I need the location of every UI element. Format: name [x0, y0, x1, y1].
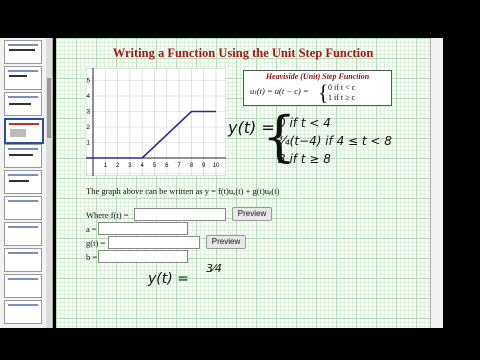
a-input[interactable]: [98, 222, 188, 235]
heaviside-definition-box: Heaviside (Unit) Step Function uₜ(t) = u…: [243, 70, 392, 106]
letterbox-bottom: [0, 328, 480, 360]
handwritten-bottom-fraction: 3⁄4: [206, 262, 222, 275]
slide-thumbnail[interactable]: [4, 66, 42, 90]
heaviside-case-one: 1 if t ≥ c: [328, 93, 356, 102]
g-label: g(t) =: [86, 238, 106, 248]
heaviside-lhs: uₜ(t) = u(t − c) =: [250, 86, 309, 96]
slide-thumbnail[interactable]: [4, 300, 42, 324]
f-preview-button[interactable]: Preview: [232, 207, 272, 221]
slide-thumbnail[interactable]: [4, 248, 42, 272]
slide-title: Writing a Function Using the Unit Step F…: [112, 46, 374, 60]
graph-statement: The graph above can be written as y = f(…: [86, 186, 280, 196]
a-label: a =: [86, 224, 97, 234]
slide-thumbnail[interactable]: [4, 274, 42, 298]
slide-thumbnail[interactable]: [4, 144, 42, 168]
handwritten-case-3: 3 if t ≥ 8: [278, 152, 331, 166]
handwritten-bottom-lhs: y(t) =: [148, 271, 189, 287]
scrollbar-thumb[interactable]: [47, 78, 51, 138]
vertical-scrollbar[interactable]: [430, 38, 443, 328]
f-label: Where f(t) =: [86, 210, 129, 220]
b-label: b =: [86, 252, 98, 262]
g-input[interactable]: [108, 236, 200, 249]
heaviside-case-zero: 0 if t < c: [328, 83, 356, 92]
slides-thumbnail-panel[interactable]: [0, 38, 47, 328]
heaviside-brace: {: [318, 80, 329, 105]
g-preview-button[interactable]: Preview: [206, 235, 246, 249]
slide-thumbnail[interactable]: [4, 170, 42, 194]
thumbnail-scrollbar[interactable]: [46, 38, 53, 328]
x-tick-label: 10: [213, 163, 220, 169]
graph-background: [86, 68, 226, 176]
slide-thumbnail[interactable]: [4, 222, 42, 246]
handwritten-case-2: ¾(t−4) if 4 ≤ t < 8: [278, 134, 392, 148]
video-frame: Writing a Function Using the Unit Step F…: [0, 0, 480, 360]
f-input[interactable]: [134, 208, 226, 221]
slide-thumbnail[interactable]: [4, 92, 42, 116]
b-input[interactable]: [98, 250, 188, 263]
slide-thumbnail[interactable]: [4, 196, 42, 220]
handwritten-case-1: 0 if t < 4: [278, 116, 331, 130]
slide-thumbnail-selected[interactable]: [4, 118, 44, 144]
slide-thumbnail[interactable]: [4, 40, 42, 64]
step-function-graph: -112345678910 54321: [86, 68, 226, 176]
slide-canvas: Writing a Function Using the Unit Step F…: [56, 38, 430, 328]
